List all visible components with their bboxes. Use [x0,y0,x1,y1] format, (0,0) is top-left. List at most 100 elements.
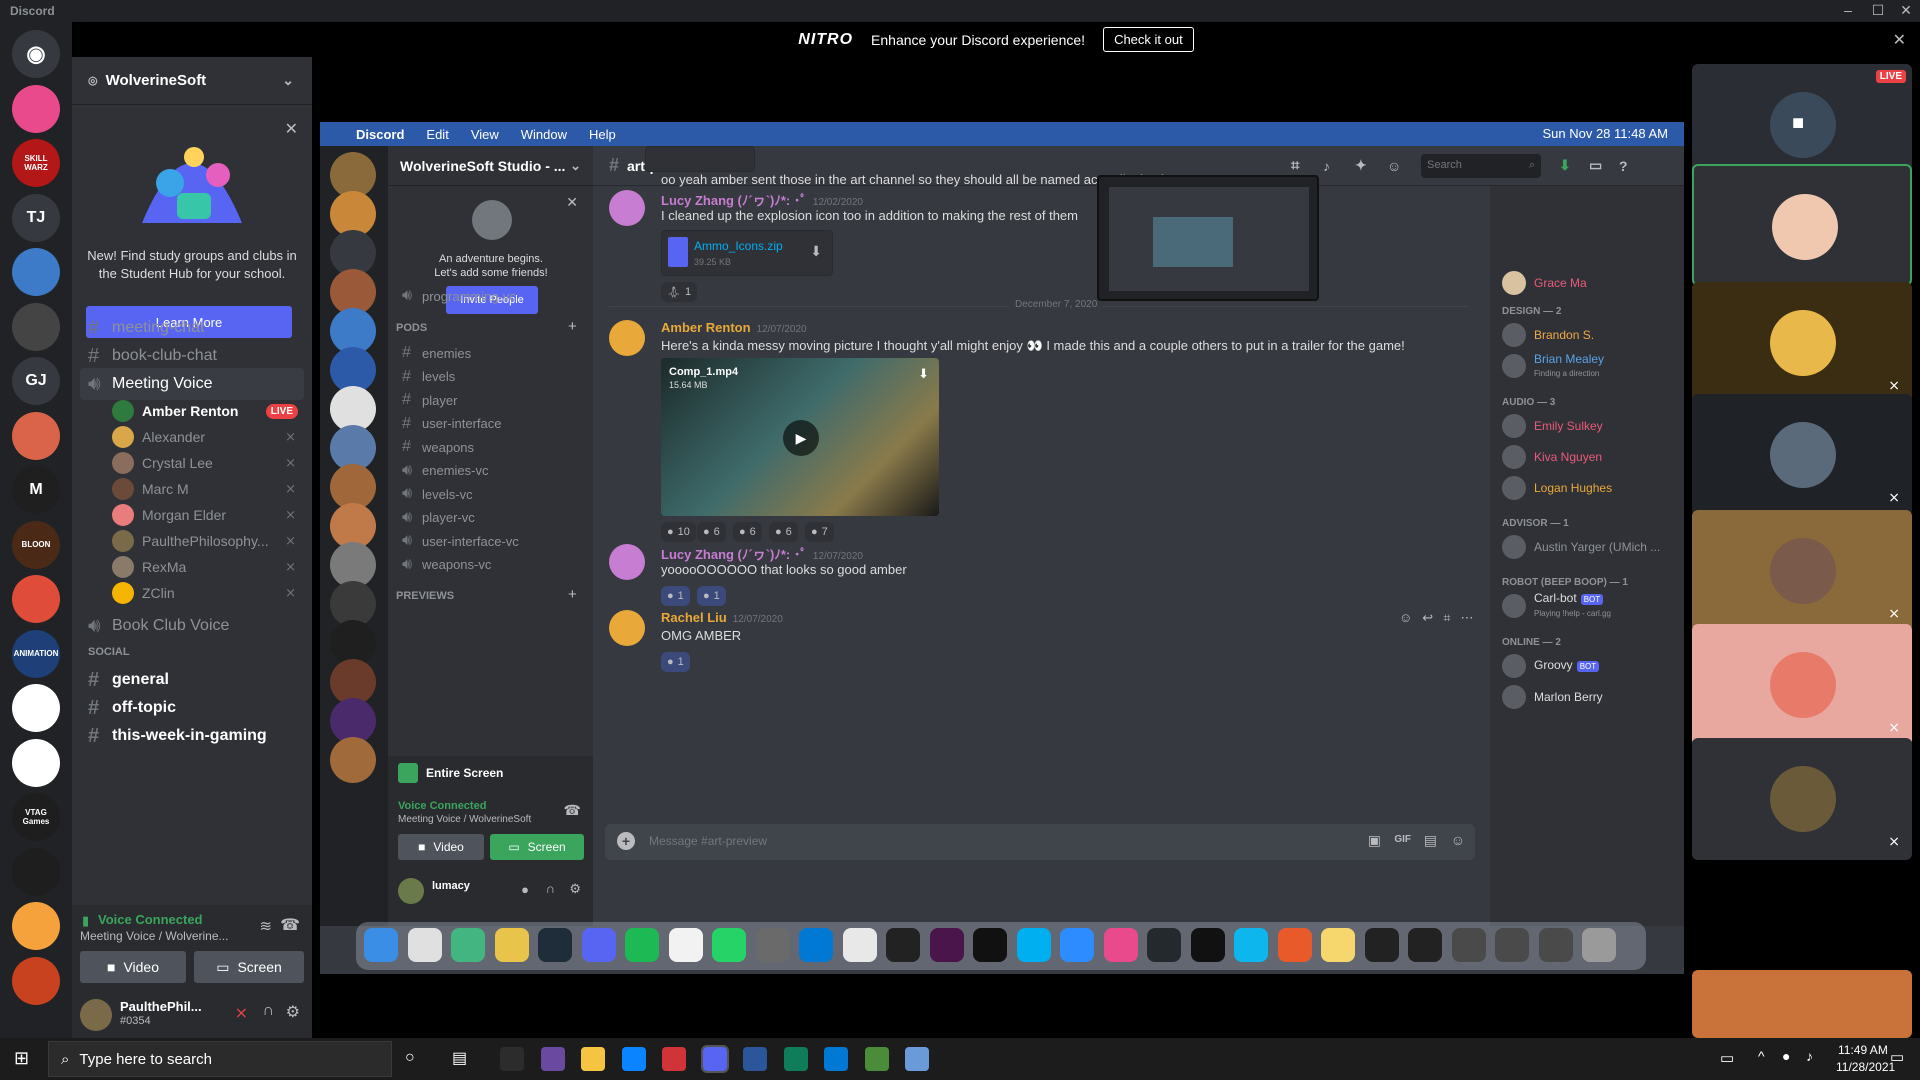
thread-icon[interactable]: ⌗ [1443,610,1450,630]
text-channel-weapons[interactable]: # weapons [396,434,586,460]
reaction[interactable]: ● 1 [697,586,726,606]
settings-gear-icon[interactable]: ⚙ [569,881,581,897]
member[interactable]: Marlon Berry [1502,682,1603,712]
guild-server-p[interactable] [12,84,60,133]
file-name[interactable]: Ammo_Icons.zip [694,239,783,253]
taskbar-app-8[interactable] [824,1047,848,1071]
stream-preview-popout[interactable] [1097,175,1319,301]
mute-icon[interactable]: ⨯ [235,1003,248,1023]
voice-user[interactable]: ZClin ⨯ [112,578,304,608]
category-previews[interactable]: PREVIEWS [396,590,454,602]
dock-app-18[interactable] [1147,928,1181,962]
file-attachment[interactable] [645,146,755,172]
menu-discord[interactable]: Discord [356,127,404,142]
add-attachment-icon[interactable]: + [617,832,635,850]
minimize-button[interactable]: – [1838,2,1858,20]
dock-app-28[interactable] [1582,928,1616,962]
taskbar-app-5[interactable] [700,1045,729,1073]
guild-wolverine2[interactable] [12,738,60,787]
add-reaction-icon[interactable]: ☺ [1399,610,1412,630]
guild-bloon[interactable]: BLOON [12,520,60,569]
category-social[interactable]: SOCIAL [88,646,130,658]
bell-icon[interactable]: ♪ [1323,158,1330,174]
more-icon[interactable]: ⋯ [1461,610,1474,630]
message-author[interactable]: Amber Renton 12/07/2020 [661,320,807,335]
guild-trophy[interactable] [12,847,60,896]
dock-app-8[interactable] [712,928,746,962]
participant-tile[interactable]: ⨯ [1692,624,1912,746]
dock-app-9[interactable] [755,928,790,962]
guild-m-server[interactable]: M [12,466,60,514]
avatar[interactable] [609,320,645,356]
text-channel-enemies[interactable]: # enemies [396,340,586,366]
dock-app-27[interactable] [1538,928,1573,962]
dock-app-5[interactable] [581,928,616,962]
text-channel-levels[interactable]: # levels [396,364,586,390]
member[interactable]: Kiva Nguyen [1502,442,1602,472]
dock-app-17[interactable] [1103,928,1138,962]
notifications-icon[interactable]: ▭ [1890,1048,1904,1066]
guild-home[interactable]: ◉ [12,30,60,78]
help-icon[interactable]: ? [1619,158,1628,174]
guild-skillwarz[interactable]: SKILL WARZ [12,139,60,187]
taskbar-app-2[interactable] [581,1047,605,1071]
taskbar-app-4[interactable] [662,1047,686,1071]
taskbar-app-3[interactable] [621,1047,646,1071]
dock-app-7[interactable] [668,928,703,962]
voice-channel-user-interface-vc[interactable]: 🔊︎ user-interface-vc [396,528,586,554]
dock-app-24[interactable] [1408,928,1442,962]
mac-server-header[interactable]: WolverineSoft Studio - ... ⌄ [388,146,593,186]
dock-app-15[interactable] [1016,928,1051,962]
voice-channel-book-club[interactable]: 🔊︎ Book Club Voice [80,610,304,642]
guild-fox[interactable] [12,902,60,950]
screen-share-row[interactable]: Entire Screen [388,756,593,790]
dock-app-2[interactable] [451,928,485,962]
avatar[interactable] [398,878,424,904]
video-attachment[interactable]: Comp_1.mp4 15.64 MB ▶ ⬇ [661,358,939,516]
guild-animation[interactable]: ANIMATION [12,629,60,678]
member[interactable]: Brian Mealey Finding a direction [1502,351,1604,381]
member[interactable]: Austin Yarger (UMich ... [1502,532,1660,562]
file-attachment[interactable]: Ammo_Icons.zip 39.25 KB ⬇ [661,230,833,276]
pin-icon[interactable]: ✦ [1355,157,1367,174]
dock-app-10[interactable] [799,928,833,962]
message-author[interactable]: Rachel Liu 12/07/2020 [661,610,783,625]
message-author[interactable]: Lucy Zhang (ﾉ´ヮ`)ﾉ*: ･ﾟ 12/07/2020 [661,544,863,563]
dock-app-13[interactable] [929,928,964,962]
video-button[interactable]: ■ Video [80,951,186,983]
participant-tile[interactable]: ⨯ [1692,738,1912,860]
taskbar-app-10[interactable] [905,1047,929,1071]
dock-app-25[interactable] [1451,928,1486,962]
voice-channel-weapons-vc[interactable]: 🔊︎ weapons-vc [396,552,586,578]
guild-dark[interactable] [12,956,60,1005]
participant-tile[interactable]: ⨯ [1692,394,1912,516]
reaction[interactable]: 🙏︎ 1 [661,282,698,302]
headphones-icon[interactable]: ∩ [263,1002,275,1020]
taskbar-search-input[interactable]: ⌕ Type here to search [48,1041,392,1077]
text-channel-player[interactable]: # player [396,387,586,413]
dock-app-19[interactable] [1190,928,1225,962]
text-channel-user-interface[interactable]: # user-interface [396,411,586,437]
member[interactable]: Groovy BOT [1502,651,1600,681]
windows-start-icon[interactable]: ⊞ [14,1048,29,1069]
member[interactable]: Grace Ma [1502,268,1587,298]
noise-suppression-icon[interactable]: ≋ [259,917,272,935]
taskbar-app-1[interactable] [540,1047,565,1071]
mac-screen-button[interactable]: ▭ Screen [490,834,584,860]
member[interactable]: Logan Hughes [1502,473,1612,503]
voice-channel-enemies-vc[interactable]: 🔊︎ enemies-vc [396,458,586,484]
nitro-cta-button[interactable]: Check it out [1103,27,1194,52]
member[interactable]: Brandon S. [1502,320,1594,350]
member[interactable]: Emily Sulkey [1502,411,1603,441]
headphones-icon[interactable]: ∩ [546,881,555,896]
menu-edit[interactable]: Edit [426,127,448,142]
dock-app-3[interactable] [494,928,529,962]
reaction[interactable]: ● 1 [661,586,690,606]
voice-channel-levels-vc[interactable]: 🔊︎ levels-vc [396,481,586,507]
text-channel-this-week-in-gaming[interactable]: # this-week-in-gaming [80,720,304,752]
mac-video-button[interactable]: ■ Video [398,834,484,860]
reaction[interactable]: ● 1 [661,652,690,672]
disconnect-icon[interactable]: ☎ [280,915,300,935]
guild-wolverine1[interactable] [12,684,60,732]
voice-channel-player-vc[interactable]: 🔊︎ player-vc [396,505,586,531]
